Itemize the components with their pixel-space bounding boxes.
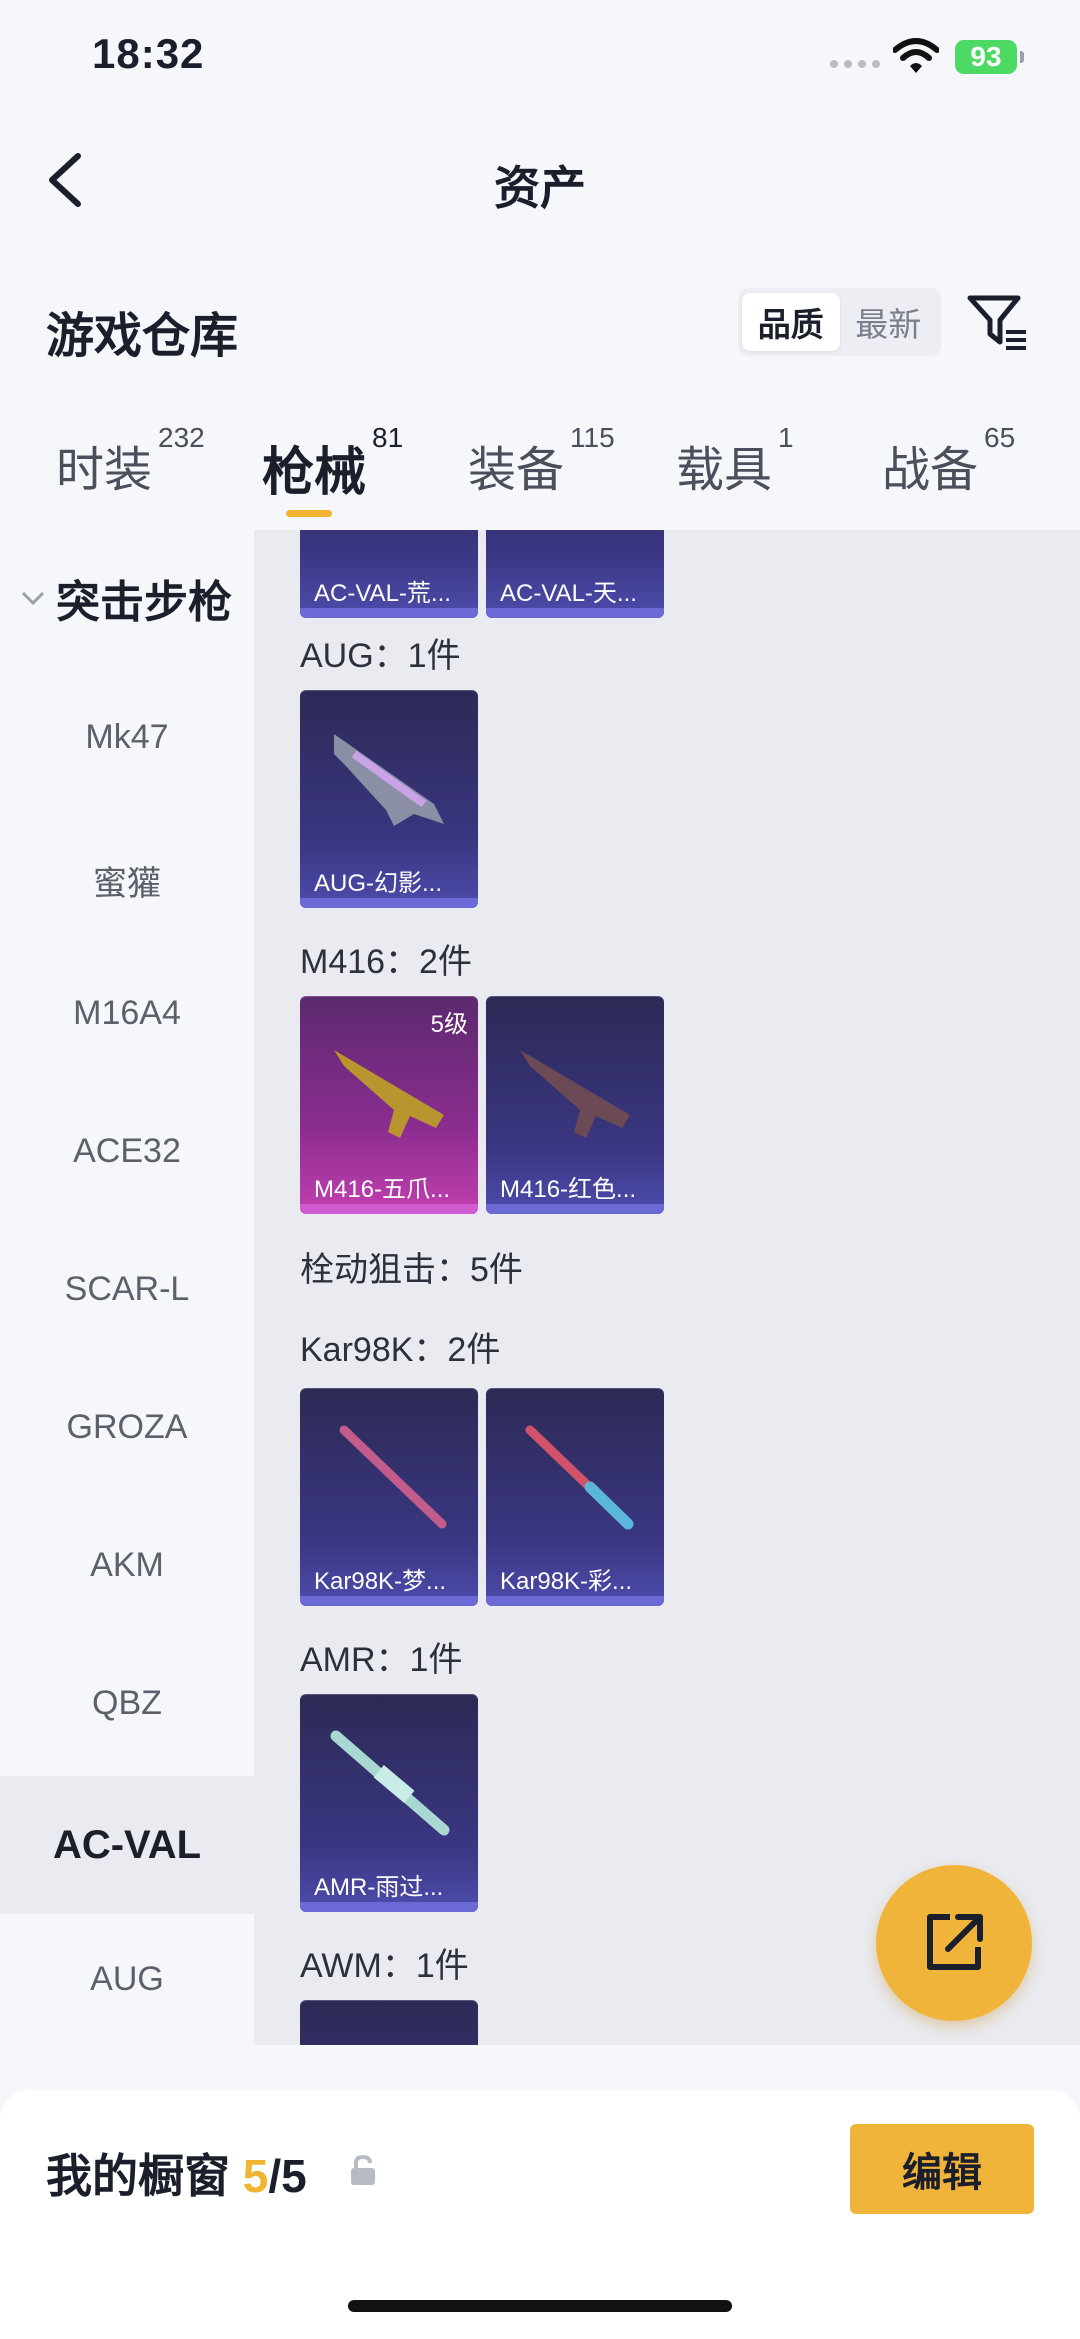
page-title: 资产 [494, 162, 586, 214]
sort-quality-button[interactable]: 品质 [742, 293, 840, 351]
item-card[interactable]: Kar98K-彩... [486, 1388, 664, 1606]
sidebar-item-akm[interactable]: AKM [0, 1546, 254, 1585]
tab-label: 时装 [56, 444, 153, 497]
tab-count: 1 [778, 422, 794, 453]
item-card[interactable]: AC-VAL-荒... [300, 530, 478, 618]
home-indicator [348, 2300, 732, 2312]
item-card[interactable]: AC-VAL-天... [486, 530, 664, 618]
item-card-label: Kar98K-彩... [500, 1568, 633, 1595]
item-card[interactable]: M416-红色... [486, 996, 664, 1214]
weapon-image [520, 1050, 630, 1138]
item-card-label: AC-VAL-天... [500, 580, 637, 607]
nav-bar: 资产 [0, 130, 1080, 230]
sidebar-category[interactable]: 突击步枪 [20, 566, 232, 630]
weapon-image [334, 734, 444, 826]
sidebar-item-groza[interactable]: GROZA [0, 1408, 254, 1447]
sidebar-item-qbz[interactable]: QBZ [0, 1684, 254, 1723]
weapon-image [334, 1050, 444, 1138]
showcase-total: /5 [268, 2150, 307, 2202]
sort-toggle: 品质 最新 [738, 288, 941, 356]
sidebar-item-mk47[interactable]: Mk47 [0, 718, 254, 757]
item-card[interactable] [300, 2000, 478, 2045]
tab-guns[interactable]: 枪械81 [262, 422, 403, 505]
showcase-label: 我的橱窗 [46, 2150, 230, 2202]
sidebar-item-aug[interactable]: AUG [0, 1960, 254, 1999]
group-title: AUG：1件 [300, 637, 461, 675]
tab-indicator [286, 510, 332, 517]
lock-icon [351, 2154, 375, 2185]
group-title: M416：2件 [300, 943, 472, 981]
signal-icon [830, 60, 880, 68]
sidebar-item-m16a4[interactable]: M16A4 [0, 994, 254, 1033]
sidebar-item-honey-badger[interactable]: 蜜獾 [0, 856, 254, 905]
tab-fashion[interactable]: 时装232 [56, 422, 205, 500]
edit-button[interactable]: 编辑 [850, 2124, 1034, 2214]
chevron-down-icon [21, 591, 45, 606]
wifi-icon [893, 38, 939, 73]
group-title: 栓动狙击：5件 [300, 1251, 523, 1289]
filter-icon[interactable] [966, 290, 1030, 354]
tab-vehicles[interactable]: 载具1 [676, 422, 794, 500]
status-time: 18:32 [92, 30, 205, 77]
group-title: AMR：1件 [300, 1641, 463, 1679]
showcase-title: 我的橱窗 5/5 [46, 2140, 307, 2206]
group-title: Kar98K：2件 [300, 1331, 501, 1369]
item-card[interactable]: 5级 M416-五爪... [300, 996, 478, 1214]
battery-indicator: 93 [955, 40, 1024, 74]
status-bar: 18:32 93 [0, 0, 1080, 120]
tab-label: 载具 [676, 444, 773, 497]
tab-count: 65 [984, 422, 1016, 453]
battery-level: 93 [970, 41, 1002, 72]
category-tabs: 时装232 枪械81 装备115 载具1 战备65 [0, 420, 1080, 530]
tab-label: 装备 [468, 444, 565, 497]
tab-equipment[interactable]: 装备115 [468, 422, 615, 500]
weapon-image [330, 1730, 450, 1836]
weapon-image [339, 1425, 447, 1529]
tab-count: 115 [570, 422, 615, 453]
weapon-list: AC-VAL-荒... AC-VAL-天... AUG：1件 AUG-幻影...… [254, 530, 1080, 2045]
group-title: AWM：1件 [300, 1947, 469, 1985]
item-card[interactable]: AUG-幻影... [300, 690, 478, 908]
item-card-label: AUG-幻影... [314, 870, 443, 897]
item-card-label: M416-红色... [500, 1176, 637, 1203]
share-icon [927, 1914, 983, 1970]
item-card[interactable]: AMR-雨过... [300, 1694, 478, 1912]
tab-label: 战备 [882, 444, 979, 497]
sort-latest-button[interactable]: 最新 [840, 293, 938, 351]
showcase-count: 5 [242, 2150, 269, 2202]
tab-label: 枪械 [262, 444, 367, 502]
section-title: 游戏仓库 [46, 310, 239, 363]
tab-supplies[interactable]: 战备65 [882, 422, 1015, 500]
sidebar-item-scar-l[interactable]: SCAR-L [0, 1270, 254, 1309]
share-button[interactable] [876, 1865, 1032, 2021]
item-card-label: AC-VAL-荒... [314, 580, 451, 607]
weapon-sidebar: 突击步枪 Mk47 蜜獾 M16A4 ACE32 SCAR-L GROZA AK… [0, 530, 254, 2045]
sidebar-item-ac-val[interactable]: AC-VAL [0, 1776, 254, 1914]
sidebar-item-ace32[interactable]: ACE32 [0, 1132, 254, 1171]
item-card[interactable]: Kar98K-梦... [300, 1388, 478, 1606]
item-card-label: AMR-雨过... [314, 1874, 444, 1901]
tab-count: 232 [158, 422, 205, 453]
tab-count: 81 [372, 422, 404, 453]
weapon-image [525, 1425, 634, 1530]
item-card-label: M416-五爪... [314, 1176, 451, 1203]
item-card-label: Kar98K-梦... [314, 1568, 447, 1595]
section-header: 游戏仓库 品质 最新 [0, 280, 1080, 370]
sidebar-category-label: 突击步枪 [56, 578, 232, 627]
